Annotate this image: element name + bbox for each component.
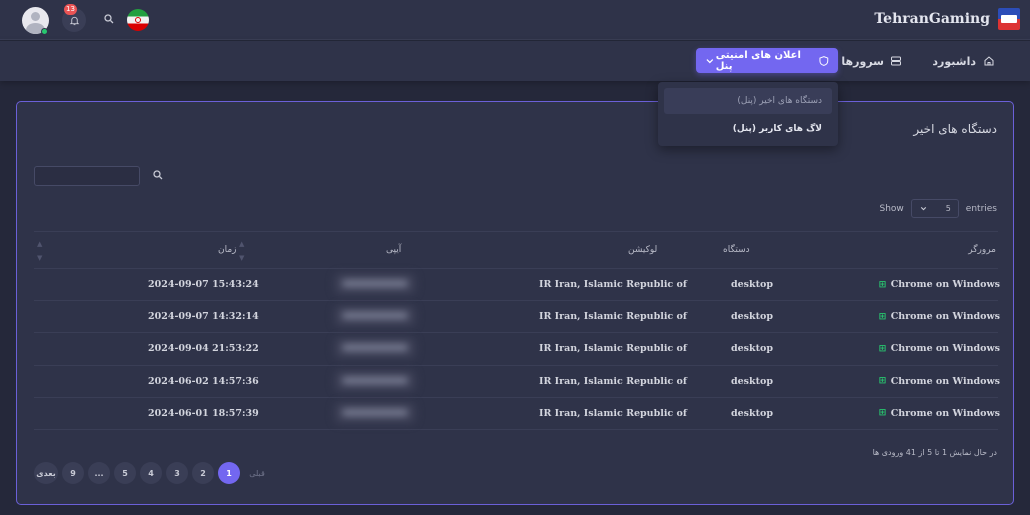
table-search-input[interactable] (34, 166, 140, 186)
time-cell: 2024-09-07 14:32:14 (148, 311, 259, 323)
page-length-value: 5 (945, 204, 951, 213)
th-device[interactable]: دستگاه (723, 245, 750, 255)
pagination-page[interactable]: 2 (192, 462, 214, 484)
device-cell: desktop (731, 407, 773, 419)
ip-cell-redacted (334, 369, 416, 392)
table-info-text: در حال نمایش 1 تا 5 از 41 ورودی ها (872, 448, 997, 457)
pagination-page[interactable]: 5 (114, 462, 136, 484)
th-browser[interactable]: مرورگر (968, 245, 996, 255)
online-status-dot (41, 28, 48, 35)
server-icon (891, 56, 901, 66)
table-header: مرورگر دستگاه لوکیشن آیپی ▲ ▼ زمان ▲ ▼ (34, 231, 998, 269)
table-row: ⊞ Chrome on Windows desktop IR Iran, Isla… (34, 398, 1000, 430)
entries-label: entries (965, 203, 997, 214)
device-cell: desktop (731, 279, 773, 290)
pagination-page-active[interactable]: 1 (218, 462, 240, 484)
shield-icon (819, 55, 829, 66)
browser-text: Chrome on Windows (890, 343, 1000, 355)
pagination-prev[interactable]: قبلی (244, 462, 270, 484)
device-cell: desktop (731, 375, 773, 387)
windows-icon: ⊞ (878, 376, 887, 387)
brand-logo[interactable] (998, 8, 1020, 30)
chevron-down-icon (706, 58, 714, 63)
location-cell: IR Iran, Islamic Republic of (539, 279, 687, 290)
browser-cell: ⊞ Chrome on Windows (879, 279, 1000, 290)
nav-dashboard[interactable]: داشبورد (932, 41, 995, 81)
pagination-page[interactable]: 4 (140, 462, 162, 484)
ip-cell-redacted (334, 273, 416, 295)
nav-security-label: اعلان های امنیتی پنل (715, 49, 801, 72)
location-cell: IR Iran, Islamic Republic of (539, 343, 687, 355)
location-cell: IR Iran, Islamic Republic of (539, 375, 687, 387)
location-cell: IR Iran, Islamic Republic of (539, 311, 687, 323)
device-cell: desktop (731, 311, 773, 323)
time-cell: 2024-06-01 18:57:39 (148, 407, 259, 419)
ip-cell-redacted (334, 337, 416, 360)
windows-icon: ⊞ (878, 311, 887, 322)
windows-icon: ⊞ (878, 279, 887, 290)
search-icon (153, 170, 163, 180)
language-flag-icon[interactable] (127, 9, 149, 31)
windows-icon: ⊞ (878, 343, 887, 354)
sort-ip-icon[interactable]: ▲ ▼ (239, 237, 247, 265)
table-row: ⊞ Chrome on Windows desktop IR Iran, Isla… (34, 269, 1000, 302)
browser-cell: ⊞ Chrome on Windows (879, 343, 1000, 354)
browser-text: Chrome on Windows (890, 311, 1000, 323)
chevron-down-icon (920, 206, 926, 211)
bell-icon (69, 16, 79, 25)
location-cell: IR Iran, Islamic Republic of (539, 407, 687, 419)
dropdown-item-user-logs[interactable]: لاگ های کاربر (پنل) (664, 116, 832, 142)
th-location[interactable]: لوکیشن (628, 245, 657, 255)
browser-cell: ⊞ Chrome on Windows (879, 311, 1000, 322)
top-bar: 13 TehranGaming (0, 0, 1030, 40)
security-dropdown-menu: دستگاه های اخیر (پنل) لاگ های کاربر (پنل… (658, 82, 838, 146)
table-row: ⊞ Chrome on Windows desktop IR Iran, Isla… (34, 333, 1000, 366)
nav-servers-label: سرورها (841, 54, 884, 68)
th-time[interactable]: زمان (218, 245, 237, 255)
main-navbar: داشبورد 1 سرورها (0, 41, 1030, 81)
table-row: ⊞ Chrome on Windows desktop IR Iran, Isla… (34, 301, 1000, 334)
recent-devices-card: دستگاه های اخیر Show 5 entries مرورگر دس… (16, 101, 1014, 505)
pagination-page[interactable]: 3 (166, 462, 188, 484)
browser-cell: ⊞ Chrome on Windows (879, 376, 1000, 387)
devices-table: مرورگر دستگاه لوکیشن آیپی ▲ ▼ زمان ▲ ▼ ⊞ Ch… (34, 231, 1000, 430)
dropdown-item-recent-devices[interactable]: دستگاه های اخیر (پنل) (664, 88, 832, 114)
notification-count-badge: 13 (64, 4, 77, 15)
pagination-next[interactable]: بعدی (34, 462, 58, 484)
search-icon[interactable] (103, 13, 115, 25)
browser-text: Chrome on Windows (890, 407, 1000, 419)
nav-dashboard-label: داشبورد (932, 54, 976, 68)
browser-cell: ⊞ Chrome on Windows (879, 408, 1000, 419)
browser-text: Chrome on Windows (890, 375, 1000, 387)
device-cell: desktop (731, 343, 773, 355)
sort-time-icon[interactable]: ▲ ▼ (37, 237, 45, 265)
page-length-control: Show 5 entries (879, 199, 997, 218)
time-cell: 2024-09-04 21:53:22 (148, 343, 259, 355)
card-title: دستگاه های اخیر (913, 122, 997, 136)
page-length-select[interactable]: 5 (910, 199, 959, 218)
time-cell: 2024-09-07 15:43:24 (148, 279, 259, 290)
home-icon (984, 56, 994, 66)
ip-cell-redacted (334, 401, 416, 424)
th-ip[interactable]: آیپی (386, 245, 401, 255)
nav-security-alerts[interactable]: اعلان های امنیتی پنل (696, 48, 838, 73)
pagination-ellipsis: ... (88, 462, 110, 484)
browser-text: Chrome on Windows (890, 279, 1000, 290)
pagination: بعدی 9 ... 5 4 3 2 1 قبلی (34, 461, 274, 485)
pagination-page[interactable]: 9 (62, 462, 84, 484)
ip-cell-redacted (334, 305, 416, 328)
brand-name[interactable]: TehranGaming (874, 11, 990, 27)
show-label: Show (879, 203, 904, 214)
time-cell: 2024-06-02 14:57:36 (148, 375, 259, 387)
windows-icon: ⊞ (878, 408, 887, 419)
table-row: ⊞ Chrome on Windows desktop IR Iran, Isla… (34, 366, 1000, 398)
